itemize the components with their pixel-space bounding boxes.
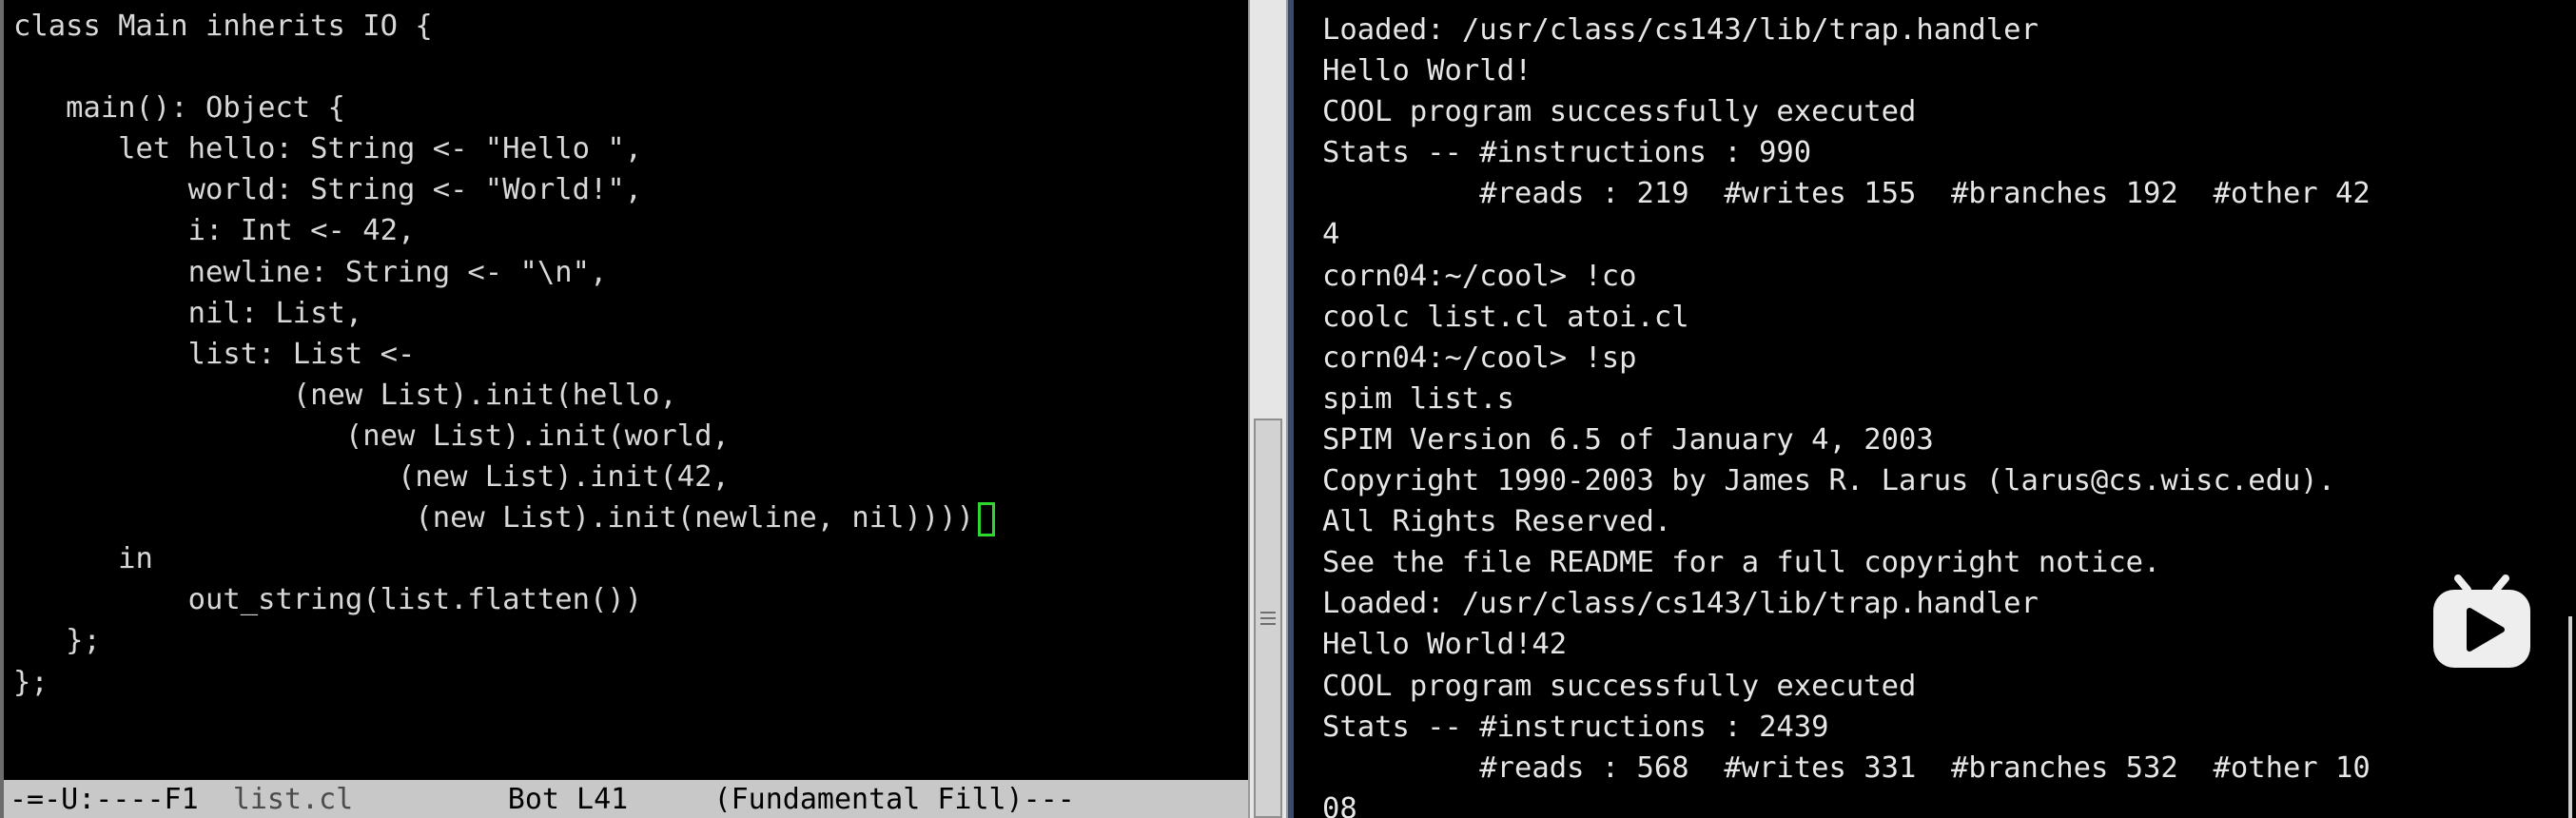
terminal-line: Stats -- #instructions : 2439 — [1322, 710, 1829, 744]
terminal-line: Loaded: /usr/class/cs143/lib/trap.handle… — [1322, 587, 2039, 621]
code-line: (new List).init(hello, — [13, 378, 677, 412]
code-line: i: Int <- 42, — [13, 214, 416, 248]
terminal-line: Copyright 1990-2003 by James R. Larus (l… — [1322, 464, 2336, 498]
editor-pane[interactable]: class Main inherits IO { main(): Object … — [0, 0, 1248, 818]
mode-line-status: -=-U:----F1 — [10, 783, 233, 816]
code-line: world: String <- "World!", — [13, 173, 643, 207]
code-line: out_string(list.flatten()) — [13, 583, 643, 617]
code-line: newline: String <- "\n", — [13, 255, 608, 289]
terminal-line: #reads : 219 #writes 155 #branches 192 #… — [1322, 177, 2371, 211]
terminal-scrollbar[interactable] — [1248, 0, 1288, 818]
terminal-output: Loaded: /usr/class/cs143/lib/trap.handle… — [1322, 10, 2371, 818]
terminal-line: corn04:~/cool> !sp — [1322, 341, 1637, 375]
video-play-icon[interactable] — [2430, 575, 2534, 672]
terminal-edge-bar — [2568, 616, 2572, 818]
mode-line-info: Bot L41 (Fundamental Fill)--- — [353, 783, 1075, 816]
code-line: nil: List, — [13, 296, 363, 330]
terminal-line: spim list.s — [1322, 381, 1514, 416]
terminal-line: COOL program successfully executed — [1322, 669, 1917, 703]
terminal-pane[interactable]: Loaded: /usr/class/cs143/lib/trap.handle… — [1288, 0, 2576, 818]
code-line-with-cursor: (new List).init(newline, nil)))) — [13, 497, 995, 538]
terminal-line: 08 — [1322, 791, 1357, 818]
code-line: in — [13, 542, 153, 576]
terminal-line: coolc list.cl atoi.cl — [1322, 300, 1689, 334]
code-line: }; — [13, 624, 101, 658]
code-line-text: (new List).init(newline, nil)))) — [13, 501, 974, 536]
mode-line-filename: list.cl — [232, 783, 354, 816]
code-line: (new List).init(world, — [13, 419, 730, 453]
terminal-line: Loaded: /usr/class/cs143/lib/trap.handle… — [1322, 13, 2039, 47]
code-line: }; — [13, 665, 49, 699]
scrollbar-grip-icon — [1260, 612, 1276, 625]
code-line: list: List <- — [13, 337, 416, 371]
terminal-line: 4 — [1322, 218, 1340, 252]
terminal-line: Hello World! — [1322, 54, 1532, 88]
play-icon-graphic — [2433, 575, 2530, 668]
terminal-line: SPIM Version 6.5 of January 4, 2003 — [1322, 422, 1934, 457]
editor-buffer[interactable]: class Main inherits IO { main(): Object … — [13, 6, 995, 703]
terminal-line: Stats -- #instructions : 990 — [1322, 136, 1812, 170]
text-cursor — [977, 501, 995, 536]
code-line: let hello: String <- "Hello ", — [13, 132, 643, 166]
code-line: main(): Object { — [13, 91, 345, 126]
terminal-line: corn04:~/cool> !co — [1322, 259, 1637, 293]
terminal-line: #reads : 568 #writes 331 #branches 532 #… — [1322, 750, 2371, 785]
terminal-line: All Rights Reserved. — [1322, 505, 1672, 539]
code-line: class Main inherits IO { — [13, 10, 433, 43]
terminal-line: COOL program successfully executed — [1322, 95, 1917, 129]
editor-mode-line: -=-U:----F1 list.cl Bot L41 (Fundamental… — [4, 780, 1248, 818]
terminal-line: See the file README for a full copyright… — [1322, 546, 2161, 580]
terminal-line: Hello World!42 — [1322, 628, 1568, 662]
scrollbar-thumb[interactable] — [1254, 419, 1282, 818]
code-line: (new List).init(42, — [13, 460, 730, 495]
